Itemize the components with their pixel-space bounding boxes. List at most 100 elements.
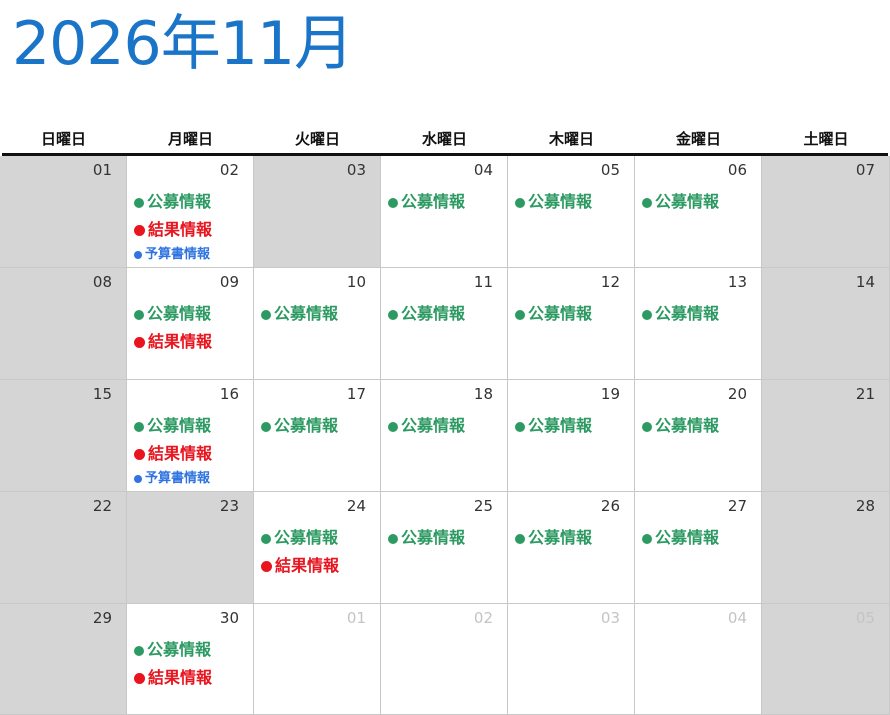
- day-number: 30: [219, 609, 239, 627]
- event-link-kekka[interactable]: 結果情報: [261, 552, 339, 580]
- event-link-kobo[interactable]: 公募情報: [134, 636, 212, 664]
- event-link-kobo[interactable]: 公募情報: [261, 524, 339, 552]
- day-cell: 01: [254, 604, 381, 715]
- day-number: 13: [727, 273, 747, 291]
- event-list: 公募情報: [388, 524, 465, 552]
- day-number: 09: [219, 273, 239, 291]
- day-number: 04: [473, 161, 493, 179]
- day-number: 23: [219, 497, 239, 515]
- bullet-dot-icon: [134, 449, 145, 460]
- event-label: 公募情報: [401, 192, 466, 211]
- event-link-kekka[interactable]: 結果情報: [134, 440, 212, 468]
- bullet-dot-icon: [134, 421, 144, 432]
- day-number: 19: [600, 385, 620, 403]
- event-list: 公募情報: [642, 524, 719, 552]
- event-link-kobo[interactable]: 公募情報: [515, 412, 592, 440]
- bullet-dot-icon: [261, 561, 272, 572]
- day-cell: 09 公募情報結果情報: [127, 268, 254, 380]
- bullet-dot-icon: [515, 421, 525, 432]
- bullet-dot-icon: [642, 309, 652, 320]
- event-link-kekka[interactable]: 結果情報: [134, 328, 212, 356]
- event-link-kobo[interactable]: 公募情報: [134, 300, 212, 328]
- event-link-kekka[interactable]: 結果情報: [134, 216, 212, 244]
- day-number: 01: [346, 609, 366, 627]
- event-list: 公募情報: [261, 300, 338, 328]
- event-link-kobo[interactable]: 公募情報: [642, 412, 719, 440]
- day-number: 12: [600, 273, 620, 291]
- event-link-kobo[interactable]: 公募情報: [642, 524, 719, 552]
- event-list: 公募情報: [388, 412, 465, 440]
- day-cell: 05 公募情報: [508, 156, 635, 268]
- event-link-kobo[interactable]: 公募情報: [642, 188, 719, 216]
- event-label: 公募情報: [655, 528, 720, 547]
- day-number: 11: [473, 273, 493, 291]
- event-link-kobo[interactable]: 公募情報: [261, 300, 338, 328]
- day-cell: 01: [0, 156, 127, 268]
- event-label: 公募情報: [274, 304, 339, 323]
- event-label: 公募情報: [147, 416, 212, 435]
- bullet-dot-icon: [134, 197, 144, 208]
- day-number: 01: [92, 161, 112, 179]
- event-label: 公募情報: [655, 192, 720, 211]
- event-link-kobo[interactable]: 公募情報: [134, 412, 212, 440]
- day-number: 27: [727, 497, 747, 515]
- day-number: 24: [346, 497, 366, 515]
- event-label: 公募情報: [274, 416, 339, 435]
- bullet-dot-icon: [515, 309, 525, 320]
- event-link-kekka[interactable]: 結果情報: [134, 664, 212, 692]
- day-cell: 24 公募情報結果情報: [254, 492, 381, 604]
- event-label: 結果情報: [148, 332, 213, 351]
- bullet-dot-icon: [134, 673, 145, 684]
- day-cell: 04 公募情報: [381, 156, 508, 268]
- event-label: 結果情報: [148, 444, 213, 463]
- event-list: 公募情報: [642, 188, 719, 216]
- day-cell: 18 公募情報: [381, 380, 508, 492]
- event-link-kobo[interactable]: 公募情報: [388, 188, 465, 216]
- event-link-yosan[interactable]: 予算書情報: [134, 244, 212, 266]
- event-link-kobo[interactable]: 公募情報: [515, 524, 592, 552]
- event-list: 公募情報: [261, 412, 338, 440]
- event-link-kobo[interactable]: 公募情報: [515, 300, 592, 328]
- bullet-dot-icon: [134, 250, 142, 259]
- day-cell: 19 公募情報: [508, 380, 635, 492]
- day-cell: 11 公募情報: [381, 268, 508, 380]
- day-number: 04: [727, 609, 747, 627]
- bullet-dot-icon: [388, 421, 398, 432]
- day-number: 03: [600, 609, 620, 627]
- weekday-saturday: 土曜日: [803, 130, 849, 148]
- day-number: 03: [346, 161, 366, 179]
- event-list: 公募情報結果情報: [134, 300, 212, 356]
- day-cell: 08: [0, 268, 127, 380]
- event-link-kobo[interactable]: 公募情報: [388, 412, 465, 440]
- bullet-dot-icon: [134, 309, 144, 320]
- event-label: 公募情報: [274, 528, 339, 547]
- event-link-kobo[interactable]: 公募情報: [388, 524, 465, 552]
- day-number: 29: [92, 609, 112, 627]
- day-cell: 21: [762, 380, 890, 492]
- event-label: 公募情報: [147, 640, 212, 659]
- day-cell: 30 公募情報結果情報: [127, 604, 254, 715]
- bullet-dot-icon: [388, 309, 398, 320]
- event-label: 公募情報: [401, 416, 466, 435]
- day-number: 08: [92, 273, 112, 291]
- event-list: 公募情報結果情報: [261, 524, 339, 580]
- event-list: 公募情報: [515, 524, 592, 552]
- event-link-yosan[interactable]: 予算書情報: [134, 468, 212, 490]
- event-link-kobo[interactable]: 公募情報: [515, 188, 592, 216]
- event-label: 公募情報: [401, 304, 466, 323]
- event-link-kobo[interactable]: 公募情報: [642, 300, 719, 328]
- day-number: 17: [346, 385, 366, 403]
- event-link-kobo[interactable]: 公募情報: [261, 412, 338, 440]
- event-label: 公募情報: [401, 528, 466, 547]
- weekday-sunday: 日曜日: [40, 130, 86, 148]
- day-number: 05: [600, 161, 620, 179]
- weekday-tuesday: 火曜日: [294, 130, 340, 148]
- event-label: 公募情報: [528, 528, 593, 547]
- event-link-kobo[interactable]: 公募情報: [388, 300, 465, 328]
- day-cell: 02: [381, 604, 508, 715]
- day-number: 07: [855, 161, 875, 179]
- day-cell: 13 公募情報: [635, 268, 762, 380]
- weekday-thursday: 木曜日: [548, 130, 594, 148]
- event-link-kobo[interactable]: 公募情報: [134, 188, 212, 216]
- day-number: 05: [855, 609, 875, 627]
